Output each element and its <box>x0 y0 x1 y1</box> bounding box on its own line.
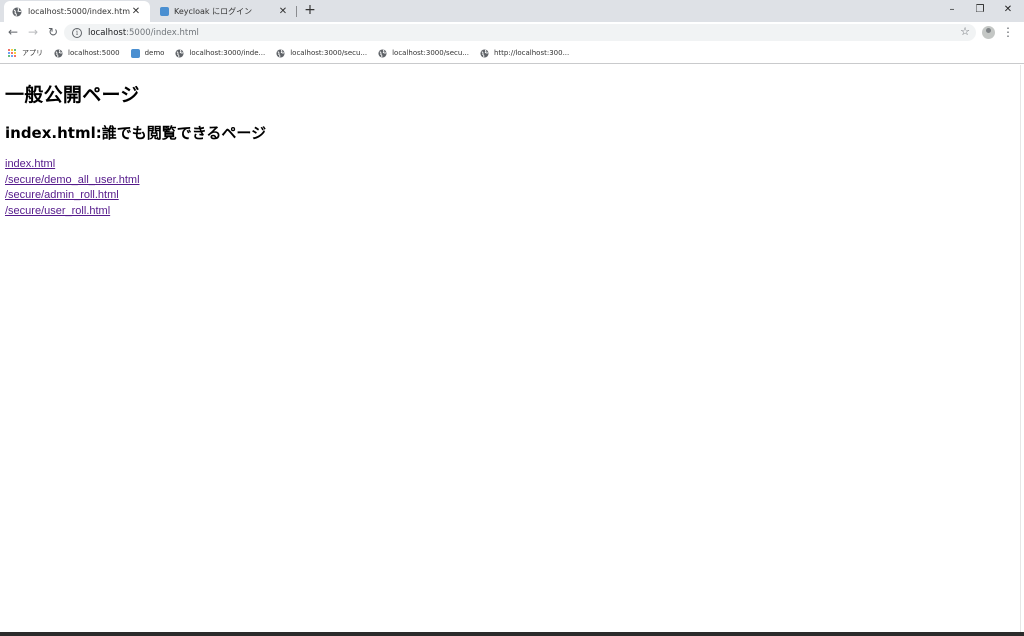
bookmark-label: アプリ <box>22 49 43 57</box>
bookmark-localhost-5000[interactable]: localhost:5000 <box>54 48 120 58</box>
page-title: 一般公開ページ <box>5 84 140 106</box>
tab-keycloak-login[interactable]: Keycloak にログイン ✕ <box>152 1 297 22</box>
link-list: index.html /secure/demo_all_user.html /s… <box>5 157 140 219</box>
bookmark-http-localhost-300[interactable]: http://localhost:300... <box>480 48 570 58</box>
tab-close-icon[interactable]: ✕ <box>277 6 289 17</box>
bookmark-label: localhost:5000 <box>68 49 120 57</box>
window-edge <box>1020 65 1024 636</box>
bookmark-label: localhost:3000/secu... <box>290 49 368 57</box>
globe-icon <box>276 48 285 58</box>
browser-menu-icon[interactable]: ⋮ <box>1002 24 1014 40</box>
address-path: :5000/index.html <box>126 27 199 38</box>
link-admin-roll[interactable]: /secure/admin_roll.html <box>5 188 140 204</box>
globe-icon <box>175 48 185 58</box>
bookmark-localhost-3000-secure-1[interactable]: localhost:3000/secu... <box>276 48 368 58</box>
bookmark-localhost-3000-secure-2[interactable]: localhost:3000/secu... <box>378 48 469 58</box>
back-button[interactable]: ← <box>5 24 21 40</box>
page-subtitle: index.html:誰でも閲覧できるページ <box>5 124 267 142</box>
address-host: localhost <box>88 27 127 38</box>
address-bar[interactable]: i localhost:5000/index.html <box>64 24 976 41</box>
keycloak-icon <box>160 7 169 16</box>
tab-title: localhost:5000/index.html <box>28 7 130 16</box>
close-window-button[interactable]: ✕ <box>996 2 1020 18</box>
globe-icon <box>480 48 489 58</box>
bookmark-localhost-3000-index[interactable]: localhost:3000/inde... <box>175 48 266 58</box>
tab-close-icon[interactable]: ✕ <box>130 6 142 17</box>
profile-avatar[interactable] <box>982 26 995 39</box>
reload-button[interactable]: ↻ <box>45 24 61 40</box>
tab-strip: localhost:5000/index.html ✕ Keycloak にログ… <box>0 0 1024 22</box>
link-user-roll[interactable]: /secure/user_roll.html <box>5 204 140 220</box>
tab-separator <box>296 6 297 17</box>
link-demo-all-user[interactable]: /secure/demo_all_user.html <box>5 173 140 189</box>
browser-toolbar: ← → ↻ i localhost:5000/index.html ☆ ⋮ <box>0 22 1024 43</box>
bookmark-label: demo <box>144 49 165 57</box>
bookmark-label: localhost:3000/secu... <box>392 49 469 57</box>
globe-icon <box>54 48 63 58</box>
link-index[interactable]: index.html <box>5 157 140 173</box>
apps-grid-icon <box>8 48 17 58</box>
tab-title: Keycloak にログイン <box>174 7 253 16</box>
globe-icon <box>12 7 22 16</box>
minimize-button[interactable]: – <box>940 2 964 18</box>
globe-icon <box>378 48 387 58</box>
page-content: 一般公開ページ index.html:誰でも閲覧できるページ index.htm… <box>5 65 1017 631</box>
new-tab-button[interactable]: + <box>302 2 318 18</box>
bookmark-star-icon[interactable]: ☆ <box>958 24 972 40</box>
taskbar-edge <box>0 632 1024 636</box>
keycloak-icon <box>130 48 140 58</box>
tab-localhost-index[interactable]: localhost:5000/index.html ✕ <box>4 1 150 22</box>
bookmark-apps[interactable]: アプリ <box>8 48 43 58</box>
bookmark-label: http://localhost:300... <box>493 49 570 57</box>
forward-button[interactable]: → <box>25 24 41 40</box>
restore-button[interactable]: ❐ <box>968 2 992 18</box>
bookmarks-bar: アプリ localhost:5000 demo localhost:3000/i… <box>0 43 1024 64</box>
bookmark-demo[interactable]: demo <box>130 48 165 58</box>
site-info-icon[interactable]: i <box>72 27 82 38</box>
bookmark-label: localhost:3000/inde... <box>189 49 266 57</box>
